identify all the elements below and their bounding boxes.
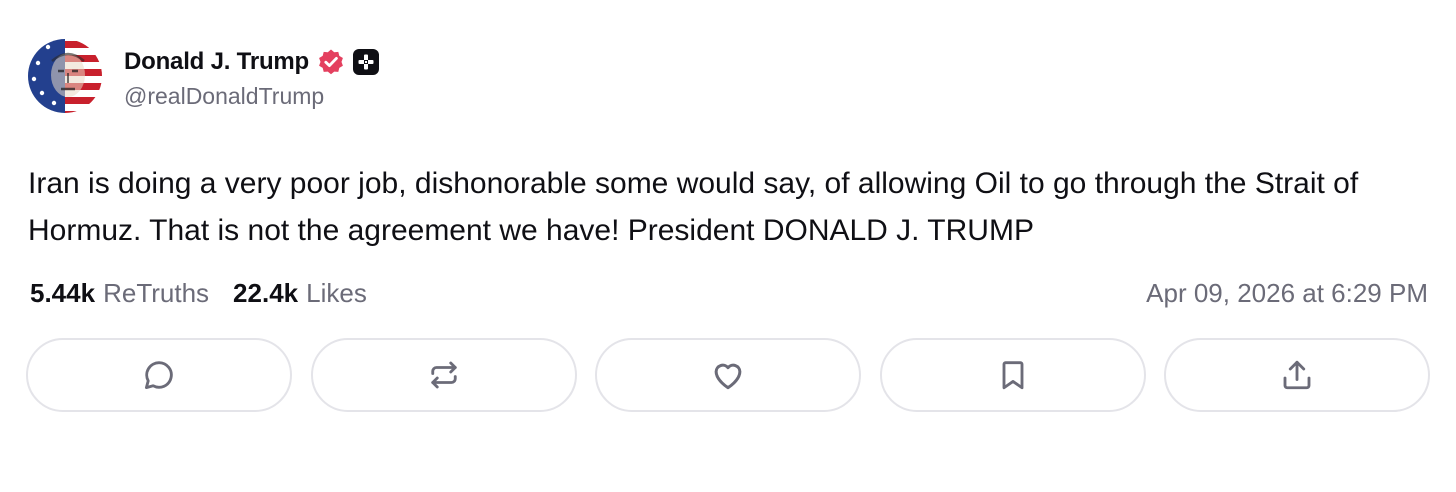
author-display-name[interactable]: Donald J. Trump bbox=[124, 48, 309, 76]
reply-icon bbox=[144, 361, 173, 390]
truth-post: Donald J. Trump @realDonaldTrump Iran is… bbox=[0, 0, 1456, 492]
avatar-image bbox=[28, 39, 102, 113]
plus-badge-icon bbox=[353, 48, 380, 75]
author-identity: Donald J. Trump @realDonaldTrump bbox=[124, 43, 380, 110]
engagement-counts: 5.44k ReTruths 22.4k Likes bbox=[30, 278, 367, 309]
share-icon bbox=[1283, 360, 1311, 390]
post-timestamp[interactable]: Apr 09, 2026 at 6:29 PM bbox=[1146, 278, 1428, 309]
share-button[interactable] bbox=[1164, 338, 1430, 412]
bookmark-icon bbox=[1002, 361, 1023, 390]
likes-label: Likes bbox=[306, 277, 367, 308]
bookmark-button[interactable] bbox=[879, 338, 1146, 412]
verified-badge-icon bbox=[317, 48, 345, 76]
post-header: Donald J. Trump @realDonaldTrump bbox=[28, 38, 380, 114]
likes-stat[interactable]: 22.4k Likes bbox=[233, 278, 367, 309]
post-stats: 5.44k ReTruths 22.4k Likes Apr 09, 2026 at… bbox=[30, 274, 1428, 312]
retruths-stat[interactable]: 5.44k ReTruths bbox=[30, 278, 209, 309]
action-bar bbox=[26, 338, 1430, 412]
retruths-label: ReTruths bbox=[103, 277, 210, 308]
like-button[interactable] bbox=[595, 338, 861, 412]
post-body-text: Iran is doing a very poor job, dishonora… bbox=[28, 167, 1359, 247]
likes-count: 22.4k bbox=[233, 277, 299, 308]
retruths-count: 5.44k bbox=[30, 277, 96, 308]
name-row: Donald J. Trump bbox=[124, 43, 380, 81]
retruth-button[interactable] bbox=[310, 338, 577, 412]
author-handle[interactable]: @realDonaldTrump bbox=[124, 83, 379, 110]
reply-button[interactable] bbox=[26, 338, 292, 412]
retruth-icon bbox=[430, 361, 457, 389]
avatar[interactable] bbox=[28, 39, 102, 113]
like-icon bbox=[714, 363, 742, 390]
